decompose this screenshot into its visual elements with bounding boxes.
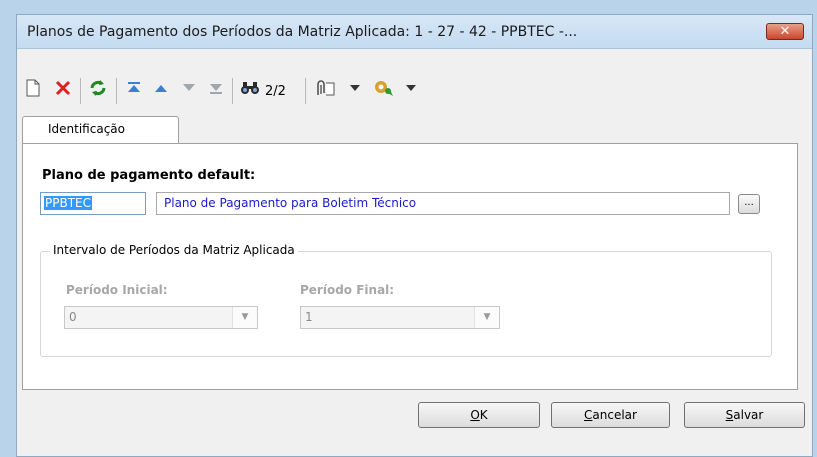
save-button[interactable]: Salvar — [684, 402, 805, 428]
plano-code-input[interactable]: PPBTEC — [40, 192, 146, 215]
attachment-dropdown-arrow-icon[interactable] — [348, 76, 362, 100]
lookup-button[interactable]: ... — [738, 194, 760, 214]
periodo-final-value: 1 — [305, 310, 313, 324]
periodo-inicial-select[interactable]: 0 ▼ — [64, 306, 258, 329]
toolbar-separator — [232, 78, 233, 104]
chevron-down-icon[interactable]: ▼ — [474, 307, 499, 328]
tab-identificacao[interactable]: Identificação — [22, 116, 179, 144]
previous-record-icon[interactable] — [150, 76, 172, 100]
refresh-icon[interactable] — [86, 76, 110, 100]
toolbar-separator — [80, 78, 81, 104]
find-icon[interactable] — [238, 76, 262, 100]
process-dropdown-arrow-icon[interactable] — [404, 76, 418, 100]
attachment-icon[interactable] — [312, 76, 338, 100]
toolbar-separator — [305, 78, 306, 104]
periodo-final-label: Período Final: — [300, 283, 395, 297]
chevron-down-icon[interactable]: ▼ — [232, 307, 257, 328]
save-label: alvar — [733, 408, 764, 422]
first-record-icon[interactable] — [123, 76, 145, 100]
delete-icon[interactable] — [52, 76, 74, 100]
periodo-inicial-label: Período Inicial: — [66, 283, 168, 297]
periodo-final-select[interactable]: 1 ▼ — [300, 306, 500, 329]
toolbar: 2/2 — [0, 34, 817, 104]
intervalo-periodos-group — [40, 251, 772, 357]
ok-label: K — [479, 408, 488, 422]
toolbar-separator — [116, 78, 117, 104]
next-record-icon[interactable] — [178, 76, 200, 100]
record-position: 2/2 — [265, 84, 286, 99]
plano-code-value: PPBTEC — [44, 196, 92, 210]
last-record-icon[interactable] — [205, 76, 227, 100]
cancel-button[interactable]: Cancelar — [551, 402, 670, 428]
process-icon[interactable] — [370, 76, 398, 100]
plano-default-label: Plano de pagamento default: — [42, 168, 256, 183]
ok-button[interactable]: OK — [418, 402, 540, 428]
group-title: Intervalo de Períodos da Matriz Aplicada — [50, 243, 298, 257]
new-document-icon[interactable] — [22, 76, 44, 100]
periodo-inicial-value: 0 — [69, 310, 77, 324]
cancel-label: ancelar — [592, 408, 637, 422]
plano-description-field[interactable]: Plano de Pagamento para Boletim Técnico — [156, 192, 730, 215]
ok-hotkey: O — [470, 408, 480, 422]
